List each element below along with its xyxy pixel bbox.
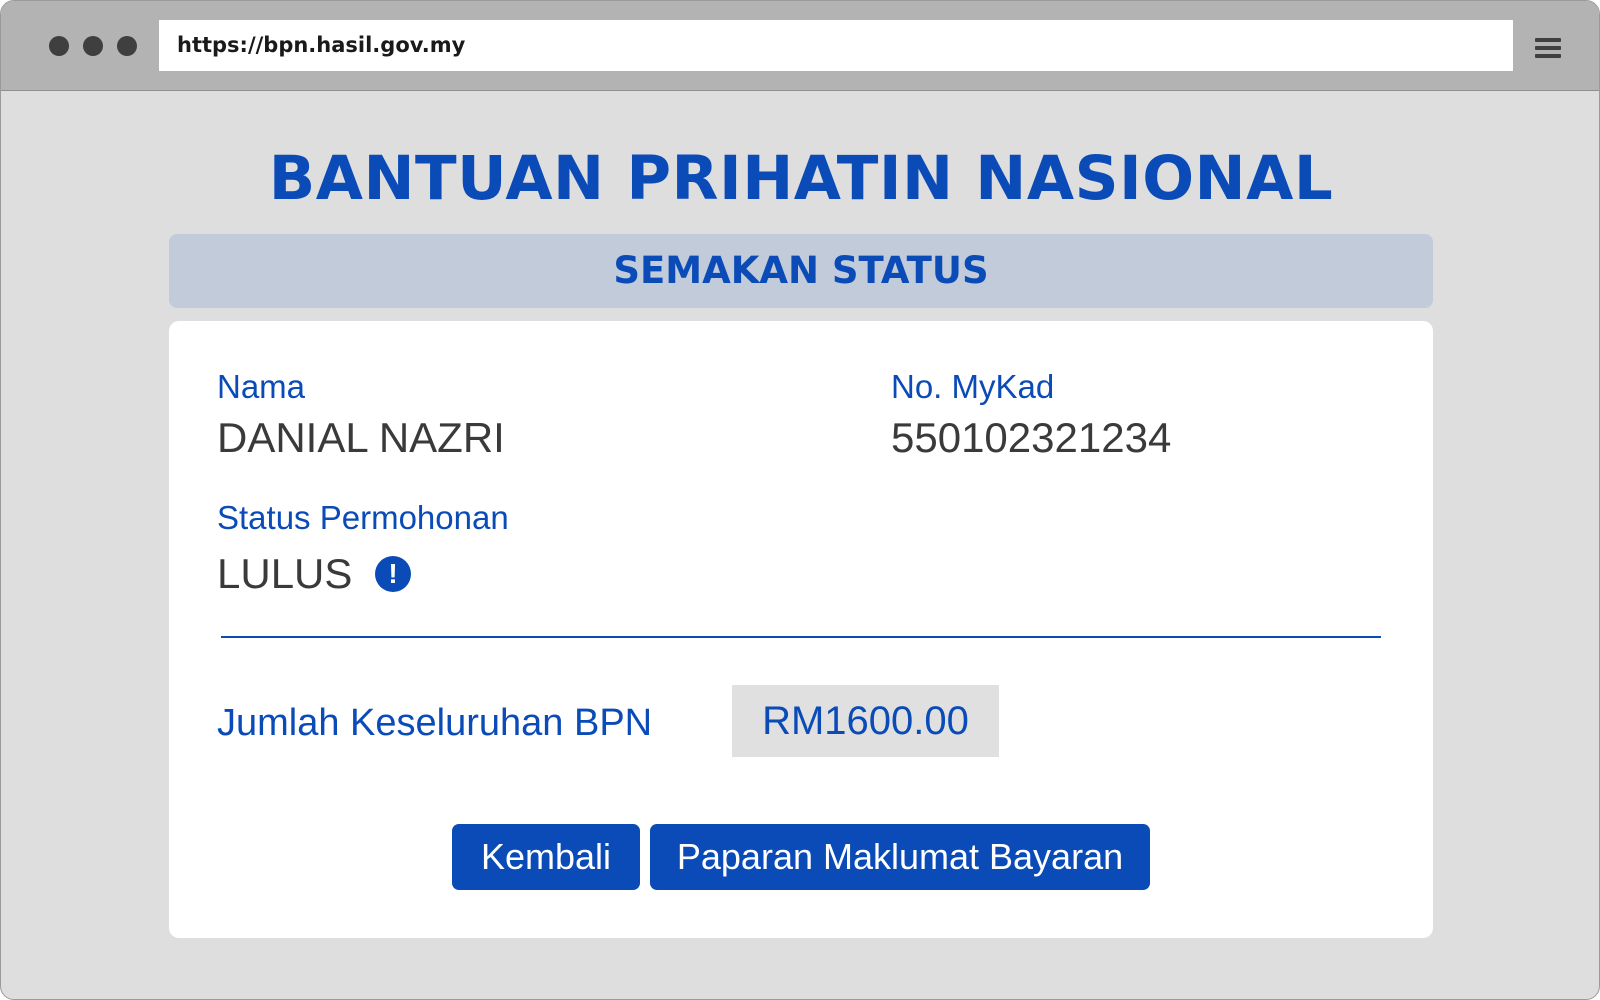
status-card: Nama DANIAL NAZRI No. MyKad 550102321234…	[169, 321, 1433, 938]
address-bar[interactable]: https://bpn.hasil.gov.my	[159, 20, 1513, 71]
window-maximize-dot[interactable]	[117, 36, 137, 56]
status-value: LULUS	[217, 550, 353, 597]
hamburger-menu-icon[interactable]	[1535, 38, 1561, 58]
total-amount: RM1600.00	[732, 685, 999, 757]
back-button[interactable]: Kembali	[452, 824, 640, 890]
divider	[221, 636, 1381, 638]
mykad-label: No. MyKad	[891, 368, 1055, 405]
total-label: Jumlah Keseluruhan BPN	[217, 702, 653, 744]
browser-window: https://bpn.hasil.gov.my BANTUAN PRIHATI…	[0, 0, 1600, 1000]
window-close-dot[interactable]	[49, 36, 69, 56]
name-label: Nama	[217, 368, 306, 405]
section-header: SEMAKAN STATUS	[169, 234, 1433, 308]
page-title: BANTUAN PRIHATIN NASIONAL	[268, 143, 1334, 214]
name-value: DANIAL NAZRI	[217, 414, 505, 461]
mykad-value: 550102321234	[891, 414, 1172, 461]
status-label: Status Permohonan	[217, 499, 509, 536]
window-minimize-dot[interactable]	[83, 36, 103, 56]
info-icon[interactable]: !	[375, 556, 411, 592]
browser-titlebar: https://bpn.hasil.gov.my	[1, 1, 1599, 91]
payment-details-button[interactable]: Paparan Maklumat Bayaran	[650, 824, 1150, 890]
